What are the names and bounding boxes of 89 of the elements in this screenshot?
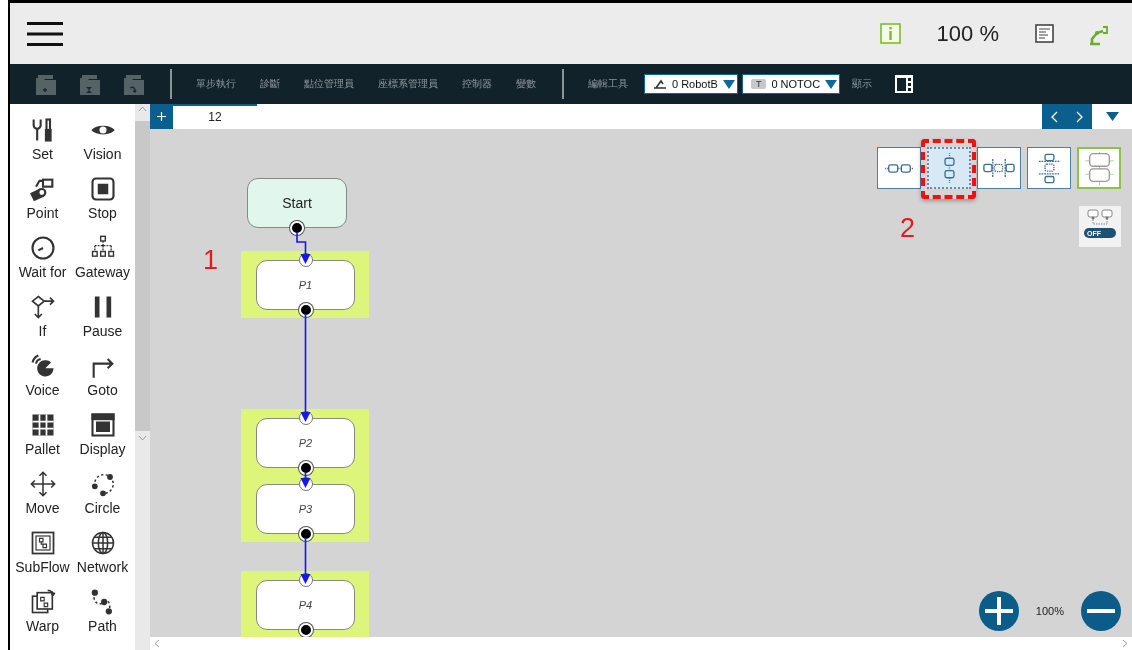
document-icon xyxy=(1035,24,1054,43)
point-node[interactable]: P2 xyxy=(256,418,355,468)
stop-icon xyxy=(88,175,117,203)
palette-item[interactable]: Goto xyxy=(72,352,133,411)
chevron-right-icon xyxy=(1076,110,1083,123)
scroll-right-icon xyxy=(1122,639,1128,648)
four-way-arrow-icon xyxy=(28,470,57,498)
menu-icon[interactable] xyxy=(27,21,63,46)
scroll-left-icon xyxy=(154,639,160,648)
window-icon xyxy=(88,411,117,439)
output-port xyxy=(298,461,313,475)
connector-arrow xyxy=(300,537,311,584)
palette-item[interactable]: If xyxy=(12,293,73,352)
toolbar-link[interactable]: 單步執行 xyxy=(196,77,236,91)
palette-item[interactable]: Move xyxy=(12,470,73,529)
toolbar-link[interactable]: 點位管理員 xyxy=(304,77,354,91)
dropdown-value: 0 NOTOC xyxy=(771,78,821,90)
clock-icon xyxy=(28,234,57,262)
start-node[interactable]: Start xyxy=(247,178,347,228)
toolbar-label: 編輯工具 xyxy=(588,77,628,91)
vertical-blocks-icon xyxy=(1083,151,1115,185)
plus-icon xyxy=(978,591,1019,631)
palette-item[interactable]: Warp xyxy=(12,588,73,647)
vertical-chain-icon xyxy=(943,152,955,184)
layout-button[interactable] xyxy=(877,147,921,189)
minus-icon xyxy=(1081,591,1121,631)
caret-icon xyxy=(722,79,735,89)
toolbar-link[interactable]: 顯示 xyxy=(852,77,873,91)
toolbar-link[interactable]: 控制器 xyxy=(462,77,492,91)
layout-button[interactable] xyxy=(1027,147,1071,189)
chevron-left-icon xyxy=(1051,110,1058,123)
scrollbar-thumb[interactable] xyxy=(135,121,150,431)
info-icon xyxy=(879,23,901,44)
output-port xyxy=(298,527,313,541)
toolbar-link[interactable]: 座標系管理員 xyxy=(378,77,438,91)
annotation-number: 1 xyxy=(203,245,219,276)
tool-dropdown[interactable]: T 0 NOTOC xyxy=(741,74,841,94)
palette-item[interactable]: Pause xyxy=(72,293,133,352)
add-tab-button[interactable] xyxy=(150,104,173,129)
zoom-out-button[interactable] xyxy=(1081,591,1121,631)
point-node[interactable]: P1 xyxy=(256,260,355,310)
next-button[interactable] xyxy=(1076,110,1083,123)
output-port xyxy=(298,303,313,317)
palette-item[interactable]: Display xyxy=(72,411,133,470)
point-node[interactable]: P4 xyxy=(256,580,355,630)
palette-item[interactable]: Gateway xyxy=(72,234,133,293)
annotation-number: 2 xyxy=(900,213,916,244)
zoom-level: 100 % xyxy=(936,20,999,47)
new-folder-icon[interactable] xyxy=(35,72,57,96)
tool-badge: T xyxy=(750,79,767,89)
dropdown-value: 0 RobotB xyxy=(672,78,718,90)
toolbar-link[interactable]: 變數 xyxy=(516,77,536,91)
output-port xyxy=(290,221,304,235)
connector-arrow xyxy=(296,231,311,264)
vertical-spaced-icon xyxy=(1037,152,1061,184)
layout-button[interactable] xyxy=(977,147,1021,189)
folder-arrow-icon[interactable] xyxy=(123,72,145,96)
palette-item[interactable]: Path xyxy=(72,588,133,647)
scroll-down-icon xyxy=(138,435,147,441)
palette-item[interactable]: Vision xyxy=(72,116,133,175)
caret-icon xyxy=(1105,112,1119,121)
connector-arrow xyxy=(300,471,311,488)
point-node[interactable]: P3 xyxy=(256,484,355,534)
palette-item[interactable]: Stop xyxy=(72,175,133,234)
scroll-up-icon xyxy=(138,106,147,112)
folder-icon[interactable] xyxy=(79,72,101,96)
horizontal-spaced-icon xyxy=(983,158,1015,178)
base-dropdown[interactable]: 0 RobotB xyxy=(644,74,738,94)
previous-button[interactable] xyxy=(1051,110,1058,123)
zoom-percentage: 100% xyxy=(1035,605,1064,617)
palette-item[interactable]: Network xyxy=(72,529,133,588)
plus-icon xyxy=(157,112,166,121)
panel-layout-icon[interactable] xyxy=(894,74,915,94)
layout-button[interactable] xyxy=(927,147,971,189)
palette-item[interactable]: Point xyxy=(12,175,73,234)
base-icon xyxy=(653,79,667,89)
palette-item[interactable]: Wait for xyxy=(12,234,73,293)
caret-icon xyxy=(825,79,838,89)
annotation-highlight xyxy=(921,139,976,199)
zoom-in-button[interactable] xyxy=(978,591,1019,631)
palette-item[interactable]: Set xyxy=(12,116,73,175)
toolbar-link[interactable]: 診斷 xyxy=(260,77,280,91)
connected-nodes-icon xyxy=(1086,208,1114,226)
layout-button[interactable] xyxy=(1077,147,1121,189)
palette-item[interactable]: Pallet xyxy=(12,411,73,470)
horizontal-chain-icon xyxy=(883,163,915,173)
palette-item[interactable]: SubFlow xyxy=(12,529,73,588)
palette-item[interactable]: Circle xyxy=(72,470,133,529)
palette-item[interactable]: Voice xyxy=(12,352,73,411)
